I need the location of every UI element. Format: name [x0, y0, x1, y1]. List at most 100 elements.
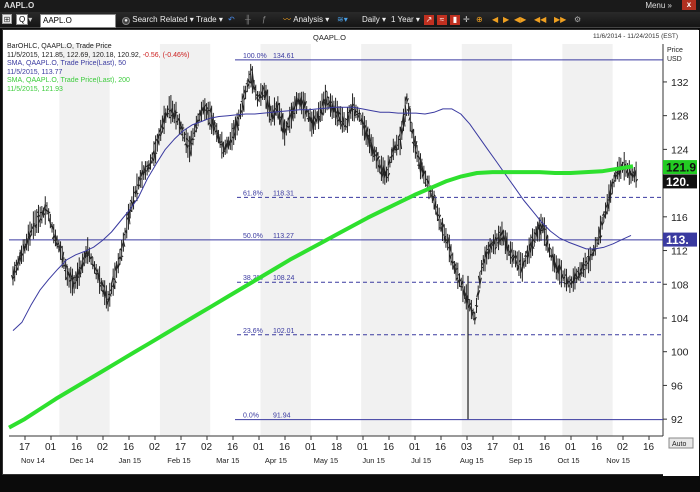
menu-button[interactable]: Menu »: [645, 1, 672, 10]
search-button[interactable]: ● Search: [122, 14, 158, 26]
trade-menu[interactable]: Trade ▾: [196, 14, 223, 26]
chart-legend: BarOHLC, QAAPL.O, Trade Price 11/5/2015,…: [7, 43, 189, 94]
ohlc-open-tick: [181, 134, 183, 136]
x-tick-label: 17: [19, 442, 31, 453]
symbol-value: AAPL.O: [40, 14, 116, 28]
x-month-label: Jan 15: [119, 456, 142, 465]
zoom-icon[interactable]: ⊕: [476, 14, 483, 26]
ohlc-open-tick: [45, 204, 48, 207]
x-month-label: Feb 15: [167, 456, 190, 465]
chart-panel[interactable]: 9296100104108112116120124128132PriceUSD1…: [2, 29, 699, 476]
settings-icon[interactable]: ⚙: [574, 14, 581, 26]
auto-scale-label: Auto: [672, 441, 687, 448]
chart-type-icon[interactable]: ↗: [424, 14, 434, 26]
page-back-icon[interactable]: ◀◀: [534, 14, 546, 26]
fib-value-label: 134.61: [273, 53, 295, 60]
x-tick-label: 16: [123, 442, 135, 453]
fib-pct-label: 100.0%: [243, 53, 267, 60]
y-tick-label: 132: [671, 77, 689, 89]
y-tick-label: 104: [671, 313, 689, 325]
fib-pct-label: 0.0%: [243, 413, 259, 420]
x-month-label: Dec 14: [70, 456, 94, 465]
ohlc-open-tick: [413, 144, 416, 146]
crosshair-icon[interactable]: ✛: [463, 14, 470, 26]
symbol-input[interactable]: AAPL.O: [40, 14, 116, 28]
x-tick-label: 16: [383, 442, 395, 453]
y-tick-label: 96: [671, 380, 683, 392]
currency-label: USD: [667, 56, 682, 63]
sma200-price-tag-text: 121.9: [666, 161, 696, 175]
chart-window: AAPL.O Menu » x ⊞ Q ▾ AAPL.O ● Search Rel…: [0, 0, 700, 492]
x-month-label: Aug 15: [460, 456, 484, 465]
ohlc-open-tick: [496, 242, 499, 244]
toolbar: ⊞ Q ▾ AAPL.O ● Search Related ▾ Trade ▾ ↶…: [0, 12, 700, 28]
ohlc-open-tick: [255, 97, 258, 99]
x-tick-label: 02: [97, 442, 109, 453]
x-tick-label: 01: [305, 442, 317, 453]
ohlc-open-tick: [396, 144, 399, 146]
range-menu[interactable]: 1 Year ▾: [391, 14, 420, 26]
ohlc-open-tick: [267, 105, 270, 107]
price-axis-title: Price: [667, 47, 683, 54]
studies-icon[interactable]: ≋▾: [337, 14, 348, 26]
x-tick-label: 01: [357, 442, 369, 453]
scroll-right-icon[interactable]: ▶: [503, 14, 509, 26]
sma50-price-tag-text: 113.: [666, 233, 689, 247]
scroll-left-icon[interactable]: ◀: [492, 14, 498, 26]
legend-bar-values-row: 11/5/2015, 121.85, 122.69, 120.18, 120.9…: [7, 52, 189, 61]
y-tick-label: 128: [671, 111, 689, 123]
x-month-label: Apr 15: [265, 456, 287, 465]
ohlc-open-tick: [318, 115, 321, 118]
ohlc-open-tick: [359, 119, 362, 122]
analysis-icon: 〰: [283, 15, 291, 24]
legend-sma50-title: SMA, QAAPL.O, Trade Price(Last), 50: [7, 60, 127, 67]
x-tick-label: 16: [591, 442, 603, 453]
x-month-label: Oct 15: [557, 456, 579, 465]
page-forward-icon[interactable]: ▶▶: [554, 14, 566, 26]
ohlc-close-tick: [175, 111, 178, 114]
y-tick-label: 124: [671, 144, 689, 156]
x-month-label: May 15: [314, 456, 339, 465]
expand-icon[interactable]: ◀▶: [514, 14, 526, 26]
y-tick-label: 112: [671, 246, 688, 258]
y-tick-label: 100: [671, 347, 689, 359]
x-month-label: Jun 15: [362, 456, 385, 465]
draw-tool-icon[interactable]: ╫: [245, 14, 251, 26]
fib-pct-label: 23.6%: [243, 328, 263, 335]
ohlc-open-tick: [248, 73, 251, 75]
y-tick-label: 116: [671, 212, 688, 224]
ohlc-open-tick: [564, 282, 567, 285]
fib-value-label: 108.24: [273, 275, 295, 282]
x-month-label: Nov 15: [606, 456, 630, 465]
fib-pct-label: 50.0%: [243, 233, 263, 240]
x-month-label: Nov 14: [21, 456, 45, 465]
ohlc-open-tick: [474, 304, 477, 307]
ohlc-open-tick: [530, 236, 533, 238]
x-tick-label: 03: [461, 442, 473, 453]
analysis-menu[interactable]: 〰 Analysis ▾: [283, 14, 329, 26]
function-icon[interactable]: ƒ: [262, 14, 266, 26]
ohlc-open-tick: [53, 239, 56, 242]
compare-icon[interactable]: ≈: [437, 14, 447, 26]
grid-icon[interactable]: ⊞: [2, 14, 12, 26]
legend-sma200-title: SMA, QAAPL.O, Trade Price(Last), 200: [7, 77, 130, 84]
date-range: 11/6/2014 - 11/24/2015 (EST): [593, 33, 679, 40]
ohlc-open-tick: [347, 111, 350, 114]
ohlc-open-tick: [442, 234, 445, 236]
ohlc-open-tick: [352, 108, 355, 111]
title-bar: AAPL.O Menu » x: [0, 0, 700, 12]
fib-value-label: 91.94: [273, 413, 291, 420]
x-tick-label: 16: [71, 442, 83, 453]
symbol-type-select[interactable]: Q ▾: [16, 14, 32, 26]
legend-sma200-value: 11/5/2015, 121.93: [7, 85, 63, 93]
interval-menu[interactable]: Daily ▾: [362, 14, 386, 26]
fib-pct-label: 61.8%: [243, 190, 263, 197]
analysis-label: Analysis ▾: [293, 15, 330, 24]
close-button[interactable]: x: [682, 0, 696, 10]
undo-icon[interactable]: ↶: [228, 14, 235, 26]
window-title: AAPL.O: [4, 1, 35, 10]
x-tick-label: 01: [565, 442, 577, 453]
price-chart[interactable]: 9296100104108112116120124128132PriceUSD1…: [3, 30, 699, 476]
related-menu[interactable]: Related ▾: [160, 14, 194, 26]
bar-chart-icon[interactable]: ▮: [450, 14, 460, 26]
